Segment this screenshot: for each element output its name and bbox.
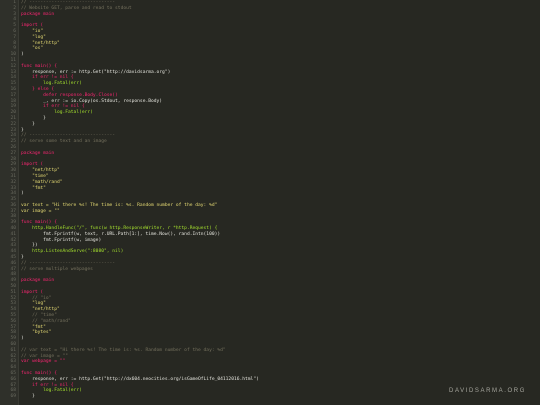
code-text: }	[21, 394, 35, 400]
line-number: 69	[10, 394, 16, 400]
code-line[interactable]: 69 }	[0, 394, 540, 400]
code-editor[interactable]: 1// ------------------------------- 2// W…	[0, 0, 540, 405]
code-area[interactable]: 1// ------------------------------- 2// W…	[0, 0, 540, 400]
site-watermark: DAVIDSARMA.ORG	[449, 388, 526, 394]
